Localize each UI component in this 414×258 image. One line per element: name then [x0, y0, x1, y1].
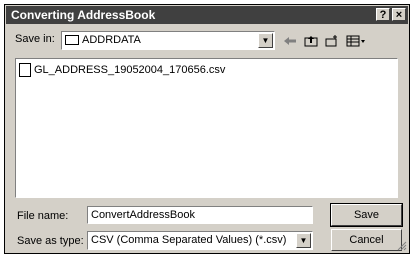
file-name-input[interactable]: ConvertAddressBook: [87, 206, 313, 224]
up-folder-icon[interactable]: [303, 35, 319, 49]
cancel-button[interactable]: Cancel: [331, 229, 402, 251]
save-in-folder: ADDRDATA: [82, 34, 141, 46]
save-in-dropdown[interactable]: ADDRDATA ▼: [61, 31, 275, 50]
chevron-down-icon[interactable]: ▼: [296, 233, 311, 248]
list-item[interactable]: GL_ADDRESS_19052004_170656.csv: [19, 62, 225, 78]
chevron-down-icon[interactable]: ▼: [258, 33, 273, 48]
csv-file-icon: [19, 63, 31, 78]
save-in-label: Save in:: [15, 33, 55, 45]
help-button[interactable]: ?: [376, 8, 390, 21]
save-as-type-value: CSV (Comma Separated Values) (*.csv): [91, 234, 287, 246]
view-menu-icon[interactable]: [345, 35, 367, 49]
file-list[interactable]: GL_ADDRESS_19052004_170656.csv: [15, 58, 398, 198]
save-as-type-label: Save as type:: [17, 235, 84, 247]
file-name-label: File name:: [17, 210, 69, 222]
file-name-text: GL_ADDRESS_19052004_170656.csv: [34, 64, 226, 76]
title-bar[interactable]: Converting AddressBook ? ×: [6, 6, 408, 24]
save-as-type-dropdown[interactable]: CSV (Comma Separated Values) (*.csv) ▼: [87, 231, 313, 250]
close-button[interactable]: ×: [392, 8, 406, 21]
save-button[interactable]: Save: [330, 203, 403, 227]
new-folder-icon[interactable]: [324, 35, 340, 49]
save-dialog: Converting AddressBook ? × Save in: ADDR…: [4, 4, 410, 254]
folder-icon: [65, 35, 79, 46]
back-arrow-icon[interactable]: [282, 35, 298, 49]
resize-grip-icon[interactable]: [397, 241, 407, 251]
dialog-title: Converting AddressBook: [11, 8, 156, 22]
